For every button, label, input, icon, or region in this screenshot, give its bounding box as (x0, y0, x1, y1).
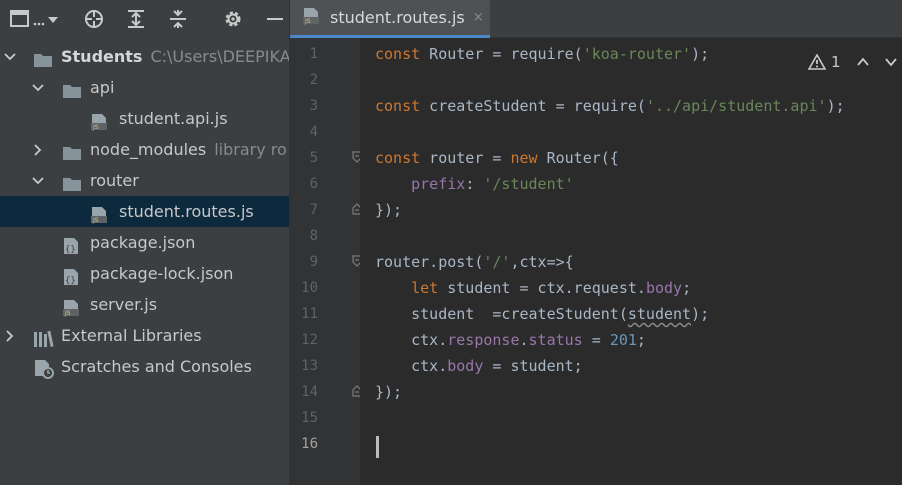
tree-item-label: Scratches and Consoles (61, 357, 252, 376)
expand-all-button[interactable] (126, 9, 146, 29)
tree-item-label: student.api.js (119, 109, 228, 128)
tab-label: student.routes.js (330, 8, 465, 27)
code-line-10: let student = ctx.request.body; (411, 279, 692, 297)
line-number-gutter: 1 2 3 4 5 6 7 8 9 10 11 12 13 14 15 16 (290, 38, 362, 485)
chevron-right-icon[interactable] (31, 134, 45, 165)
line-number: 10 (301, 280, 318, 296)
tree-item-path: C:\Users\DEEPIKA\ (150, 47, 289, 66)
tree-item-node-modules[interactable]: node_modules library ro (0, 134, 289, 165)
scratches-icon (33, 358, 55, 389)
svg-text:JS: JS (92, 217, 99, 224)
line-number: 4 (309, 124, 318, 140)
line-number: 8 (309, 228, 318, 244)
chevron-down-icon[interactable] (31, 165, 45, 196)
line-number: 13 (301, 358, 318, 374)
hide-panel-button[interactable] (265, 9, 285, 29)
tree-item-label: server.js (90, 295, 158, 314)
project-tree: Students C:\Users\DEEPIKA\ api JS student… (0, 41, 289, 382)
js-file-icon: JS (302, 7, 322, 29)
close-icon[interactable]: × (473, 10, 484, 25)
tree-item-router[interactable]: router (0, 165, 289, 196)
next-highlight-button[interactable] (881, 52, 901, 72)
crosshair-icon (85, 10, 103, 28)
collapse-all-icon (170, 10, 186, 28)
line-number: 14 (301, 384, 318, 400)
tree-item-label: router (90, 171, 139, 190)
tree-item-label: External Libraries (61, 326, 202, 345)
code-line-3: const createStudent = require('../api/st… (375, 97, 845, 115)
project-panel: Students C:\Users\DEEPIKA\ api JS student… (0, 0, 289, 485)
tree-item-label: package.json (90, 233, 196, 252)
code-line-14: }); (375, 383, 403, 401)
locate-file-button[interactable] (84, 9, 104, 29)
line-number-current: 16 (301, 436, 318, 452)
chevron-up-icon (856, 57, 869, 66)
tree-item-external-libraries[interactable]: External Libraries (0, 320, 289, 351)
tree-item-scratches-and-consoles[interactable]: Scratches and Consoles (0, 351, 289, 382)
svg-text:{}: {} (65, 245, 76, 255)
line-number: 15 (301, 410, 318, 426)
line-number: 7 (309, 202, 318, 218)
tree-item-package-lock-json[interactable]: {} package-lock.json (0, 258, 289, 289)
chevron-down-icon (884, 58, 897, 67)
settings-button[interactable] (223, 9, 243, 29)
chevron-right-icon[interactable] (3, 320, 17, 351)
code-line-5: const router = new Router({ (375, 149, 619, 167)
line-number: 1 (309, 46, 318, 62)
svg-text:{}: {} (65, 276, 76, 286)
code-line-6: prefix: '/student' (411, 175, 574, 193)
tree-item-label: Students (61, 47, 143, 66)
inspection-widget[interactable]: 1 (808, 51, 902, 73)
code-line-9: router.post('/',ctx=>{ (375, 253, 574, 271)
gear-icon (225, 11, 241, 27)
line-number: 9 (309, 254, 318, 270)
svg-text:JS: JS (92, 124, 99, 131)
previous-highlight-button[interactable] (853, 52, 873, 72)
collapse-all-button[interactable] (168, 9, 188, 29)
chevron-down-icon[interactable] (3, 41, 17, 72)
code-line-12: ctx.response.status = 201; (375, 331, 646, 349)
code-line-13: ctx.body = student; (375, 357, 583, 375)
tab-student-routes-js[interactable]: JS student.routes.js × (290, 0, 490, 38)
tree-item-api[interactable]: api (0, 72, 289, 103)
warning-count: 1 (831, 53, 841, 71)
svg-text:JS: JS (64, 310, 71, 317)
tree-item-package-json[interactable]: {} package.json (0, 227, 289, 258)
line-number: 3 (309, 98, 318, 114)
tree-item-label: package-lock.json (90, 264, 234, 283)
view-selector-button[interactable] (10, 9, 60, 29)
line-number: 5 (309, 150, 318, 166)
tree-item-label: api (90, 78, 115, 97)
minimize-icon (267, 18, 283, 20)
tree-item-server-js[interactable]: JS server.js (0, 289, 289, 320)
line-number: 2 (309, 72, 318, 88)
line-number: 12 (301, 332, 318, 348)
chevron-down-icon[interactable] (31, 72, 45, 103)
line-number: 6 (309, 176, 318, 192)
code-line-1: const Router = require('koa-router'); (375, 45, 710, 63)
tree-item-student-routes-js[interactable]: JS student.routes.js (0, 196, 289, 227)
tree-item-label: node_modules (90, 140, 207, 159)
svg-text:JS: JS (304, 18, 311, 25)
tree-item-label: student.routes.js (119, 202, 254, 221)
tree-item-hint: library ro (214, 140, 287, 159)
tree-item-student-api-js[interactable]: JS student.api.js (0, 103, 289, 134)
code-line-11: student =createStudent(student); (375, 305, 710, 323)
project-toolbar (0, 0, 289, 38)
text-cursor (376, 436, 379, 458)
window-icon (10, 10, 58, 27)
editor-tab-bar: JS student.routes.js × (290, 0, 902, 38)
tree-item-students[interactable]: Students C:\Users\DEEPIKA\ (0, 41, 289, 72)
code-line-7: }); (375, 201, 403, 219)
code-editor[interactable]: const Router = require('koa-router'); co… (360, 38, 902, 485)
expand-all-icon (128, 10, 144, 28)
warning-icon (808, 54, 826, 70)
line-number: 11 (301, 306, 318, 322)
